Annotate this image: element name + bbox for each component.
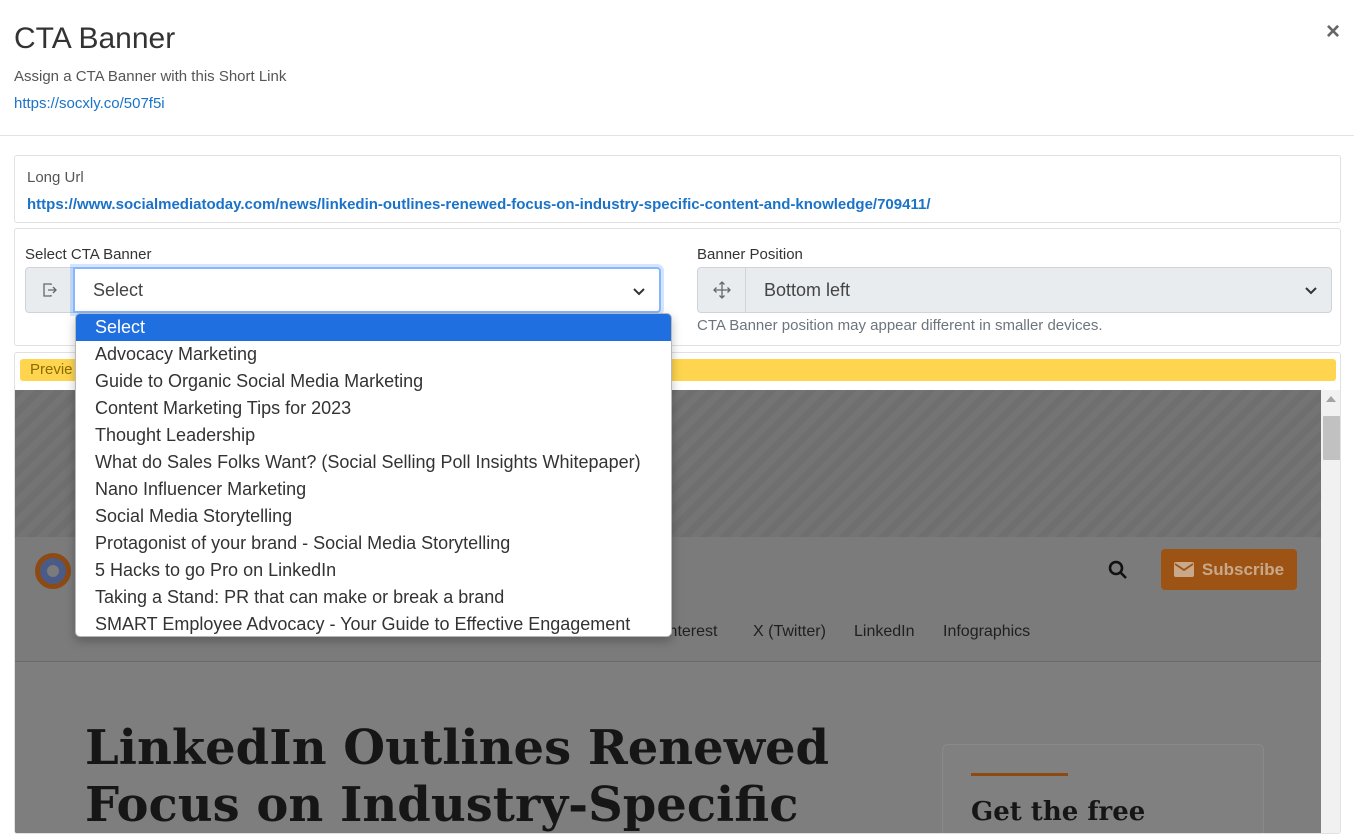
dropdown-option[interactable]: What do Sales Folks Want? (Social Sellin…	[76, 449, 671, 476]
dropdown-option[interactable]: Social Media Storytelling	[76, 503, 671, 530]
dropdown-option[interactable]: Protagonist of your brand - Social Media…	[76, 530, 671, 557]
dropdown-option[interactable]: Content Marketing Tips for 2023	[76, 395, 671, 422]
cta-banner-select[interactable]: Select	[73, 267, 661, 313]
position-hint: CTA Banner position may appear different…	[697, 317, 1103, 334]
nav-item-linkedin[interactable]: LinkedIn	[854, 623, 915, 641]
dropdown-option[interactable]: Nano Influencer Marketing	[76, 476, 671, 503]
move-icon	[697, 267, 746, 313]
banner-position-value: Bottom left	[764, 279, 851, 300]
scroll-up-arrow[interactable]	[1326, 396, 1336, 402]
article-headline: LinkedIn Outlines Renewed Focus on Indus…	[85, 720, 830, 833]
sidebar-promo: Get the free	[942, 744, 1264, 833]
dropdown-option[interactable]: SMART Employee Advocacy - Your Guide to …	[76, 611, 671, 636]
dropdown-option[interactable]: Guide to Organic Social Media Marketing	[76, 368, 671, 395]
article-area: LinkedIn Outlines Renewed Focus on Indus…	[15, 662, 1321, 833]
scroll-thumb[interactable]	[1323, 416, 1340, 460]
cta-banner-select-value: Select	[93, 279, 144, 300]
preview-scrollbar[interactable]	[1321, 390, 1340, 833]
select-cta-label: Select CTA Banner	[25, 246, 152, 263]
long-url-label: Long Url	[27, 169, 84, 186]
promo-title: Get the free	[971, 797, 1146, 827]
mail-icon	[1173, 562, 1194, 577]
nav-item-infographics[interactable]: Infographics	[943, 623, 1030, 641]
short-link[interactable]: https://socxly.co/507f5i	[14, 95, 165, 112]
long-url-card: Long Url https://www.socialmediatoday.co…	[14, 155, 1341, 223]
search-icon[interactable]	[1107, 559, 1129, 581]
modal-subtitle: Assign a CTA Banner with this Short Link	[14, 68, 287, 85]
headline-line-1: LinkedIn Outlines Renewed	[85, 720, 830, 776]
dropdown-option[interactable]: 5 Hacks to go Pro on LinkedIn	[76, 557, 671, 584]
promo-rule	[971, 773, 1068, 776]
dropdown-option[interactable]: Advocacy Marketing	[76, 341, 671, 368]
banner-position-label: Banner Position	[697, 246, 803, 263]
site-logo	[35, 553, 71, 589]
subscribe-label: Subscribe	[1201, 559, 1285, 579]
subscribe-button[interactable]: Subscribe	[1161, 549, 1297, 590]
dropdown-option[interactable]: Thought Leadership	[76, 422, 671, 449]
nav-item-twitter[interactable]: X (Twitter)	[753, 623, 826, 641]
close-icon[interactable]: ×	[1322, 20, 1344, 44]
dropdown-option[interactable]: Taking a Stand: PR that can make or brea…	[76, 584, 671, 611]
modal-title: CTA Banner	[14, 22, 176, 55]
headline-line-2: Focus on Industry-Specific	[85, 777, 799, 833]
chevron-down-icon	[633, 288, 645, 296]
banner-position-select[interactable]: Bottom left	[745, 267, 1332, 313]
chevron-down-icon	[1305, 287, 1317, 295]
cta-banner-dropdown[interactable]: Select Advocacy Marketing Guide to Organ…	[75, 313, 672, 637]
cta-banner-modal: CTA Banner Assign a CTA Banner with this…	[0, 0, 1354, 834]
modal-header: CTA Banner Assign a CTA Banner with this…	[0, 0, 1354, 136]
dropdown-option-select[interactable]: Select	[76, 314, 671, 341]
long-url-link[interactable]: https://www.socialmediatoday.com/news/li…	[27, 196, 931, 213]
banner-icon	[25, 267, 74, 313]
nav-item-pinterest[interactable]: interest	[665, 623, 717, 641]
